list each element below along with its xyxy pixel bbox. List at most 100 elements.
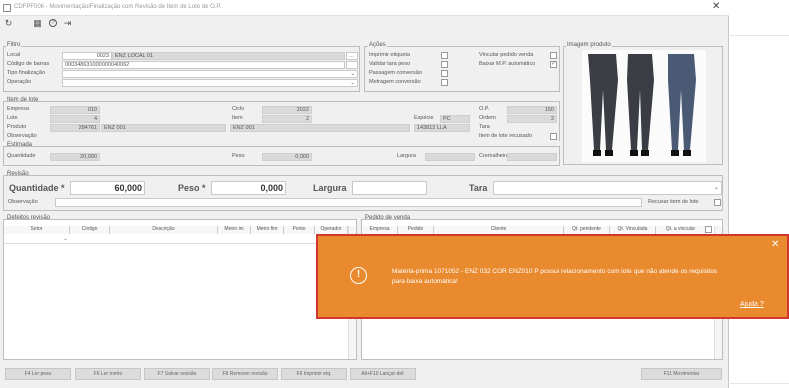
barcode-label: Código de barras — [7, 61, 50, 67]
item-field: 2 — [262, 115, 312, 123]
metragem-checkbox[interactable] — [441, 79, 448, 86]
est-quantidade-field: 20,000 — [50, 153, 100, 161]
imprimir-label: Imprimir etiqueta — [369, 52, 410, 58]
lote-label: Lote — [7, 115, 18, 121]
col-qt-pendente[interactable]: Qt. pendente — [564, 226, 610, 234]
alt-f10-lancar-def-button[interactable]: Alt+F10 Lançar def. — [350, 368, 416, 380]
recusado-label: Item de lote recusado — [479, 133, 532, 139]
est-largura-field — [425, 153, 475, 161]
empresa-label: Empresa — [7, 106, 30, 112]
produto-code-field: 284761 — [50, 124, 100, 132]
alert-icon: ! — [350, 267, 367, 284]
est-quantidade-label: Quantidade — [7, 153, 36, 159]
tara-label: Tara — [479, 124, 490, 130]
recusar-checkbox[interactable] — [714, 199, 721, 206]
barcode-input[interactable]: 000348631000000040062 — [62, 61, 345, 69]
local-name-field: ENZ LOCAL 01 — [112, 52, 345, 60]
recusar-label: Recusar item de lote — [648, 199, 699, 205]
toast-close-icon[interactable]: ✕ — [771, 239, 779, 251]
ordem-label: Ordem — [479, 115, 496, 121]
f8-remover-revisao-button[interactable]: F8 Remover revisão — [212, 368, 278, 380]
rev-observacao-input[interactable] — [55, 198, 642, 207]
col-setor[interactable]: Setor — [4, 226, 70, 234]
toast-help-link[interactable]: Ajuda ? — [740, 301, 764, 308]
vincular-checkbox[interactable] — [550, 52, 557, 59]
rev-observacao-label: Observação — [8, 199, 38, 205]
metragem-label: Metragem conversão — [369, 79, 421, 85]
rev-quantidade-label: Quantidade * — [9, 183, 65, 193]
local-code-field[interactable]: 0023 — [62, 52, 112, 60]
tipo-label: Tipo finalização — [7, 70, 46, 76]
rev-peso-input[interactable]: 0,000 — [211, 181, 286, 195]
col-metro-fim[interactable]: Metro fim — [251, 226, 284, 234]
passagem-checkbox[interactable] — [441, 70, 448, 77]
f7-salvar-revisao-button[interactable]: F7 Salvar revisão — [144, 368, 210, 380]
recusado-checkbox — [550, 133, 557, 140]
toast-message: Matéria-prima 1071052 - ENZ 032 COR ENZ0… — [392, 268, 718, 285]
col-descricao[interactable]: Descrição — [110, 226, 218, 234]
f6-ler-metro-button[interactable]: F6 Ler metro — [75, 368, 141, 380]
validar-label: Validar tara peso — [369, 61, 411, 67]
tipo-select[interactable]: ⌄ — [62, 70, 358, 78]
main-window: CDFPF006 - Movimentação/Finalização com … — [0, 0, 729, 388]
op-field: 150 — [507, 106, 557, 114]
rev-tara-label: Tara — [469, 183, 488, 193]
ciclo-field: 2022 — [262, 106, 312, 114]
passagem-label: Passagem conversão — [369, 70, 422, 76]
operacao-label: Operação — [7, 79, 32, 85]
imagem-title: Imagem produto — [566, 42, 612, 49]
especie-field: PC — [440, 115, 470, 123]
rev-largura-input[interactable] — [352, 181, 427, 195]
chevron-down-icon: ⌄ — [350, 80, 355, 86]
lote-field: 4 — [50, 115, 100, 123]
validar-checkbox[interactable] — [441, 61, 448, 68]
defeitos-edit-row[interactable]: ⌄ — [4, 235, 348, 244]
barcode-action-button[interactable] — [346, 61, 358, 69]
help-icon[interactable]: ? — [49, 19, 57, 27]
item-label: Item — [232, 115, 243, 121]
product-image — [582, 50, 706, 162]
f9-imprimir-etq-button[interactable]: F9 Imprimir etq. — [281, 368, 347, 380]
rev-quantidade-input[interactable]: 60,000 — [70, 181, 145, 195]
operacao-select[interactable]: ⌄ — [62, 79, 358, 87]
calendar-icon[interactable]: ▦ — [33, 19, 42, 28]
est-cremalheira-label: Cremalheira — [479, 153, 509, 159]
chevron-down-icon: ⌄ — [713, 185, 719, 191]
exit-icon[interactable]: ⇥ — [63, 19, 72, 28]
rev-tara-select[interactable]: ⌄ — [493, 181, 722, 195]
col-pedido[interactable]: Pedido — [398, 226, 434, 234]
col-metro-ini[interactable]: Metro ini — [218, 226, 251, 234]
background-divider — [730, 35, 789, 36]
rev-largura-label: Largura — [313, 183, 347, 193]
app-icon — [3, 4, 11, 12]
refresh-icon[interactable]: ↻ — [4, 19, 13, 28]
f4-ler-peso-button[interactable]: F4 Ler peso — [5, 368, 71, 380]
col-operador[interactable]: Operador — [315, 226, 348, 234]
col-cliente[interactable]: Cliente — [434, 226, 564, 234]
baixar-checkbox[interactable]: ✓ — [550, 61, 557, 68]
vincular-label: Vincular pedido venda — [479, 52, 534, 58]
f11-movimentar-button[interactable]: F11 Movimentar — [641, 368, 722, 380]
chevron-down-icon: ⌄ — [350, 71, 355, 77]
est-largura-label: Largura — [397, 153, 416, 159]
col-qt-a-vincular[interactable]: Qt. a vincular — [656, 226, 706, 234]
select-all-checkbox[interactable] — [705, 226, 712, 233]
produto-name-field: ENZ 001 — [101, 124, 226, 132]
especie-desc-field: 143812 LLA — [414, 124, 470, 132]
col-codigo[interactable]: Código — [70, 226, 110, 234]
local-search-button[interactable]: … — [346, 52, 358, 60]
local-label: Local — [7, 52, 21, 58]
ordem-field: 2 — [507, 115, 557, 123]
col-empresa[interactable]: Empresa — [362, 226, 398, 234]
imprimir-checkbox[interactable] — [441, 52, 448, 59]
est-peso-field: 0,000 — [262, 153, 312, 161]
est-peso-label: Peso — [232, 153, 245, 159]
filtro-title: Filtro — [6, 42, 22, 49]
especie-label: Espécie — [414, 115, 434, 121]
empresa-field: 010 — [50, 106, 100, 114]
close-window-button[interactable]: ✕ — [712, 2, 720, 12]
est-cremalheira-field — [507, 153, 557, 161]
baixar-label: Baixar M.P. automático — [479, 61, 536, 67]
col-qt-vinculada[interactable]: Qt. Vinculada — [610, 226, 656, 234]
col-ponto[interactable]: Ponto — [284, 226, 315, 234]
